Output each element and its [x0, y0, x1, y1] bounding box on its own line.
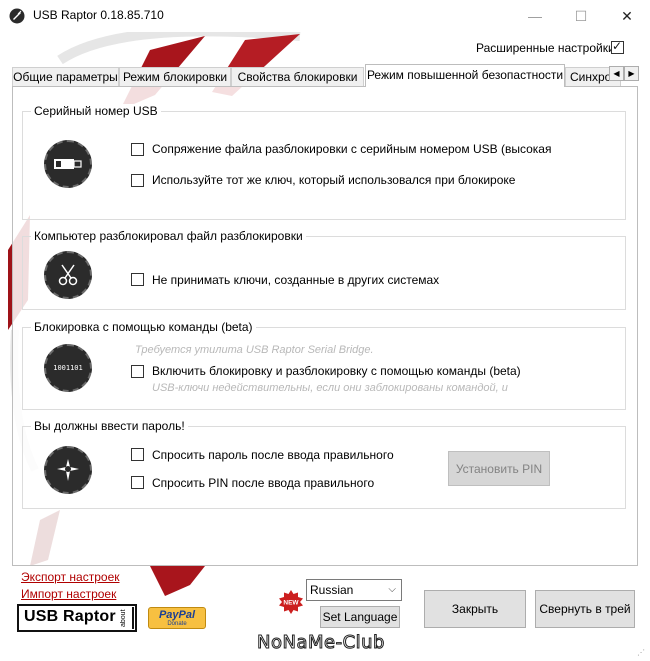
advanced-settings-label: Расширенные настройки	[476, 41, 615, 55]
resize-grip-icon[interactable]: ⋰	[637, 648, 647, 658]
serial-pair-label: Сопряжение файла разблокировки с серийны…	[152, 142, 552, 156]
ask-password-label: Спросить пароль после ввода правильного	[152, 448, 394, 462]
set-pin-button[interactable]: Установить PIN	[448, 451, 550, 486]
paypal-label: PayPal	[158, 609, 196, 621]
app-logo-icon	[9, 8, 25, 24]
binary-code-text: 1001101	[53, 364, 83, 372]
paypal-sub-label: Donate	[167, 621, 187, 627]
set-language-button[interactable]: Set Language	[320, 606, 400, 628]
maximize-button[interactable]: ☐	[558, 0, 604, 32]
foreign-keys-checkbox[interactable]	[131, 273, 144, 286]
paypal-donate-button[interactable]: PayPal Donate	[148, 607, 206, 629]
ask-pin-label: Спросить PIN после ввода правильного	[152, 476, 375, 490]
language-selected-value: Russian	[310, 583, 354, 597]
window-title: USB Raptor 0.18.85.710	[33, 8, 164, 22]
tab-strip: Общие параметры Режим блокировки Свойств…	[12, 64, 638, 87]
new-badge-icon: NEW	[279, 590, 303, 614]
command-lock-checkbox[interactable]	[131, 365, 144, 378]
tab-lock-properties[interactable]: Свойства блокировки	[231, 67, 364, 86]
import-settings-link[interactable]: Импорт настроек	[21, 587, 116, 601]
password-group-title: Вы должны ввести пароль!	[31, 419, 188, 433]
serial-pair-checkbox[interactable]	[131, 143, 144, 156]
command-group-title: Блокировка с помощью команды (beta)	[31, 320, 256, 334]
minimize-button[interactable]: —	[512, 0, 558, 32]
tab-lock-mode[interactable]: Режим блокировки	[119, 67, 231, 86]
command-lock-label: Включить блокировку и разблокировку с по…	[152, 364, 521, 378]
logo-about: about	[118, 607, 134, 629]
minimize-to-tray-button[interactable]: Свернуть в трей	[535, 590, 635, 628]
tab-high-security[interactable]: Режим повышенной безопастности	[365, 64, 565, 87]
binary-code-icon: 1001101	[44, 344, 92, 392]
ask-pin-checkbox[interactable]	[131, 476, 144, 489]
same-key-label: Используйте тот же ключ, который использ…	[152, 173, 516, 187]
new-badge-text: NEW	[283, 600, 299, 607]
logo-text: USB Raptor	[24, 608, 116, 625]
usb-drive-icon	[44, 140, 92, 188]
tab-scroll-left-button[interactable]: ◀	[609, 66, 624, 81]
command-keys-hint: USB-ключи недействительны, если они забл…	[152, 382, 508, 394]
scissors-icon	[44, 251, 92, 299]
advanced-settings-checkbox[interactable]	[611, 39, 624, 54]
serial-bridge-hint: Требуется утилита USB Raptor Serial Brid…	[135, 344, 374, 356]
watermark-text: NoNaMe-Club	[257, 632, 385, 654]
raptor-lock-icon	[44, 446, 92, 494]
close-window-button[interactable]: ✕	[604, 0, 650, 32]
export-settings-link[interactable]: Экспорт настроек	[21, 570, 120, 584]
ask-password-checkbox[interactable]	[131, 448, 144, 461]
title-bar: USB Raptor 0.18.85.710 — ☐ ✕	[0, 0, 650, 32]
chevron-down-icon: ⌵	[388, 584, 396, 595]
computer-group-title: Компьютер разблокировал файл разблокиров…	[31, 229, 306, 243]
serial-group-title: Серийный номер USB	[31, 104, 161, 118]
usb-raptor-logo[interactable]: USB Raptor about	[17, 604, 137, 632]
tab-general[interactable]: Общие параметры	[12, 67, 119, 86]
close-button[interactable]: Закрыть	[424, 590, 526, 628]
foreign-keys-label: Не принимать ключи, созданные в других с…	[152, 273, 440, 287]
language-select[interactable]: Russian ⌵	[306, 579, 402, 601]
serial-group: Серийный номер USB	[22, 104, 626, 220]
tab-scroll-right-button[interactable]: ▶	[624, 66, 639, 81]
same-key-checkbox[interactable]	[131, 174, 144, 187]
